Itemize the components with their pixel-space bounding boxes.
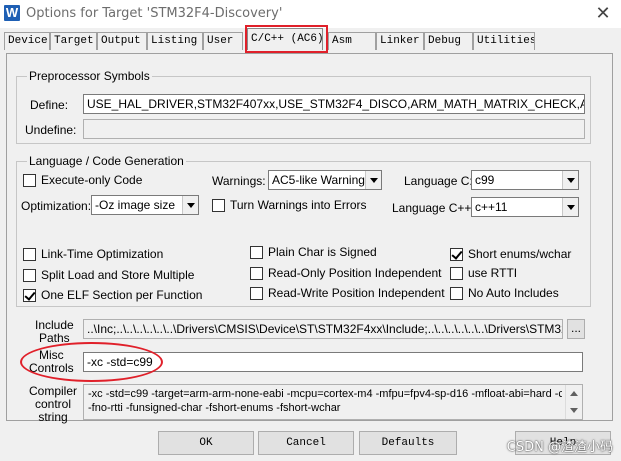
annotation-ellipse	[20, 342, 163, 382]
chevron-down-icon	[365, 171, 381, 189]
codegen-title: Language / Code Generation	[27, 154, 186, 168]
use-rtti-checkbox[interactable]: use RTTI	[450, 266, 517, 280]
compiler-label-line1: Compiler	[29, 384, 78, 398]
language-c-select[interactable]: c99	[471, 170, 579, 190]
ro-position-indep-checkbox[interactable]: Read-Only Position Independent	[250, 266, 441, 280]
no-auto-includes-label: No Auto Includes	[468, 286, 559, 300]
warnings-value: AC5-like Warnings	[272, 173, 371, 187]
window-title: Options for Target 'STM32F4-Discovery'	[26, 6, 283, 21]
language-c-value: c99	[475, 173, 495, 187]
split-load-store-checkbox[interactable]: Split Load and Store Multiple	[23, 268, 194, 282]
options-dialog: Device Target Output Listing User C/C++ …	[0, 25, 621, 461]
optimization-label: Optimization:	[21, 199, 92, 213]
include-label-line1: Include	[35, 318, 74, 332]
tab-utilities[interactable]: Utilities	[473, 32, 535, 50]
use-rtti-label: use RTTI	[468, 266, 518, 280]
include-browse-button[interactable]: ...	[567, 319, 585, 339]
tab-c-cpp[interactable]: C/C++ (AC6)	[247, 28, 323, 50]
chevron-down-icon	[562, 171, 578, 189]
turn-warnings-errors-label: Turn Warnings into Errors	[230, 198, 367, 212]
compiler-line1: -xc -std=c99 -target=arm-arm-none-eabi -…	[88, 388, 562, 400]
keil-icon: W	[4, 5, 20, 21]
checkbox-box	[450, 286, 463, 300]
close-button[interactable]: ✕	[591, 2, 615, 24]
rw-position-indep-label: Read-Write Position Independent	[268, 286, 445, 300]
define-input[interactable]: USE_HAL_DRIVER,STM32F407xx,USE_STM32F4_D…	[83, 94, 585, 114]
one-elf-section-label: One ELF Section per Function	[41, 288, 203, 302]
defaults-button[interactable]: Defaults	[359, 431, 457, 455]
warnings-label: Warnings:	[212, 174, 266, 188]
language-cpp-label: Language C++:	[392, 201, 475, 215]
compiler-label-line2: control	[34, 397, 72, 411]
execute-only-label: Execute-only Code	[41, 173, 143, 187]
turn-warnings-errors-checkbox[interactable]: Turn Warnings into Errors	[212, 198, 366, 212]
link-time-opt-label: Link-Time Optimization	[41, 247, 164, 261]
plain-char-signed-label: Plain Char is Signed	[268, 245, 377, 259]
checkbox-box	[23, 173, 36, 187]
link-time-opt-checkbox[interactable]: Link-Time Optimization	[23, 247, 163, 261]
checkbox-box	[250, 245, 263, 259]
language-cpp-select[interactable]: c++11	[471, 197, 579, 217]
scroll-up-icon	[570, 391, 578, 396]
checkbox-box	[250, 266, 263, 280]
tab-linker[interactable]: Linker	[376, 32, 424, 50]
short-enums-label: Short enums/wchar	[468, 247, 572, 261]
language-cpp-value: c++11	[475, 200, 508, 214]
language-c-label: Language C:	[404, 174, 473, 188]
one-elf-section-checkbox[interactable]: One ELF Section per Function	[23, 288, 202, 302]
tab-target[interactable]: Target	[50, 32, 97, 50]
checkbox-box	[450, 247, 463, 261]
tab-debug[interactable]: Debug	[424, 32, 473, 50]
tab-asm[interactable]: Asm	[328, 32, 376, 50]
compiler-label-line3: string	[38, 410, 68, 424]
split-load-store-label: Split Load and Store Multiple	[41, 268, 195, 282]
ok-button[interactable]: OK	[158, 431, 254, 455]
undefine-label: Undefine:	[25, 123, 77, 137]
tab-listing[interactable]: Listing	[147, 32, 203, 50]
checkbox-box	[450, 266, 463, 280]
rw-position-indep-checkbox[interactable]: Read-Write Position Independent	[250, 286, 445, 300]
checkbox-box	[212, 198, 225, 212]
include-paths-label: Include Paths	[35, 319, 74, 345]
plain-char-signed-checkbox[interactable]: Plain Char is Signed	[250, 245, 377, 259]
compiler-control-label: Compiler control string	[29, 385, 77, 424]
no-auto-includes-checkbox[interactable]: No Auto Includes	[450, 286, 559, 300]
scrollbar[interactable]	[565, 385, 582, 419]
checkbox-box	[23, 268, 36, 282]
optimization-value: -Oz image size	[95, 198, 176, 212]
tab-device[interactable]: Device	[4, 32, 50, 50]
chevron-down-icon	[182, 196, 198, 214]
execute-only-checkbox[interactable]: Execute-only Code	[23, 173, 142, 187]
preprocessor-title: Preprocessor Symbols	[27, 69, 152, 83]
checkbox-box	[23, 247, 36, 261]
compiler-line2: -fno-rtti -funsigned-char -fshort-enums …	[88, 402, 341, 414]
tab-user[interactable]: User	[203, 32, 243, 50]
tab-panel-c-cpp: Preprocessor Symbols Define: USE_HAL_DRI…	[6, 53, 613, 424]
title-bar: W Options for Target 'STM32F4-Discovery'…	[0, 0, 621, 28]
compiler-control-string[interactable]: -xc -std=c99 -target=arm-arm-none-eabi -…	[83, 384, 583, 420]
define-label: Define:	[30, 98, 69, 112]
checkbox-box	[23, 288, 36, 302]
ro-position-indep-label: Read-Only Position Independent	[268, 266, 442, 280]
checkbox-box	[250, 286, 263, 300]
scroll-down-icon	[570, 408, 578, 413]
optimization-select[interactable]: -Oz image size	[91, 195, 199, 215]
tab-output[interactable]: Output	[97, 32, 147, 50]
undefine-input[interactable]	[83, 119, 585, 139]
include-paths-input[interactable]: ..\Inc;..\..\..\..\..\..\Drivers\CMSIS\D…	[83, 319, 563, 339]
chevron-down-icon	[562, 198, 578, 216]
short-enums-checkbox[interactable]: Short enums/wchar	[450, 247, 571, 261]
watermark: CSDN @渣渣小码	[506, 440, 613, 455]
cancel-button[interactable]: Cancel	[258, 431, 354, 455]
warnings-select[interactable]: AC5-like Warnings	[268, 170, 382, 190]
